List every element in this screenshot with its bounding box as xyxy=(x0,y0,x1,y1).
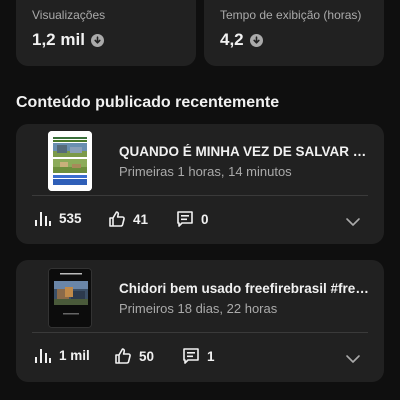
video-thumbnail[interactable] xyxy=(48,268,92,328)
likes-metric: 41 xyxy=(108,210,148,228)
video-published-time: Primeiros 18 dias, 22 horas xyxy=(119,301,278,316)
chevron-down-icon[interactable] xyxy=(345,214,361,232)
divider xyxy=(32,332,368,333)
likes-count: 50 xyxy=(139,348,155,364)
recent-content-heading: Conteúdo publicado recentemente xyxy=(16,94,280,111)
watch-time-stat-card[interactable]: Tempo de exibição (horas) 4,2 xyxy=(204,0,384,66)
video-published-time: Primeiras 1 horas, 14 minutos xyxy=(119,164,292,179)
views-count: 1 mil xyxy=(59,347,90,363)
likes-count: 41 xyxy=(133,211,149,227)
comments-count: 1 xyxy=(207,348,215,364)
thumbs-up-icon xyxy=(109,211,125,227)
video-thumbnail[interactable] xyxy=(48,131,92,191)
views-stat-label: Visualizações xyxy=(32,8,106,22)
watch-time-stat-label: Tempo de exibição (horas) xyxy=(220,8,362,22)
comments-metric: 1 xyxy=(182,347,215,365)
likes-metric: 50 xyxy=(114,347,154,365)
comments-metric: 0 xyxy=(176,210,209,228)
views-metric: 535 xyxy=(34,210,82,226)
comment-icon xyxy=(177,211,193,227)
views-metric: 1 mil xyxy=(34,347,90,363)
trend-down-icon xyxy=(249,33,263,47)
views-stat-value-row: 1,2 mil xyxy=(32,30,180,50)
video-title[interactable]: Chidori bem usado freefirebrasil #freefi… xyxy=(119,281,371,296)
trend-down-icon xyxy=(90,33,104,47)
video-card[interactable]: Chidori bem usado freefirebrasil #freefi… xyxy=(16,260,384,382)
thumbs-up-icon xyxy=(115,348,131,364)
views-stat-card[interactable]: Visualizações 1,2 mil xyxy=(16,0,196,66)
video-title[interactable]: QUANDO É MINHA VEZ DE SALVAR #freefire xyxy=(119,144,371,159)
views-stat-value: 1,2 mil xyxy=(32,30,85,49)
comment-icon xyxy=(183,348,199,364)
bar-chart-icon xyxy=(35,212,51,226)
divider xyxy=(32,195,368,196)
views-count: 535 xyxy=(59,210,82,226)
bar-chart-icon xyxy=(35,349,51,363)
watch-time-stat-value-row: 4,2 xyxy=(220,30,368,50)
video-card[interactable]: QUANDO É MINHA VEZ DE SALVAR #freefire P… xyxy=(16,124,384,244)
chevron-down-icon[interactable] xyxy=(345,351,361,369)
comments-count: 0 xyxy=(201,211,209,227)
watch-time-stat-value: 4,2 xyxy=(220,30,244,49)
